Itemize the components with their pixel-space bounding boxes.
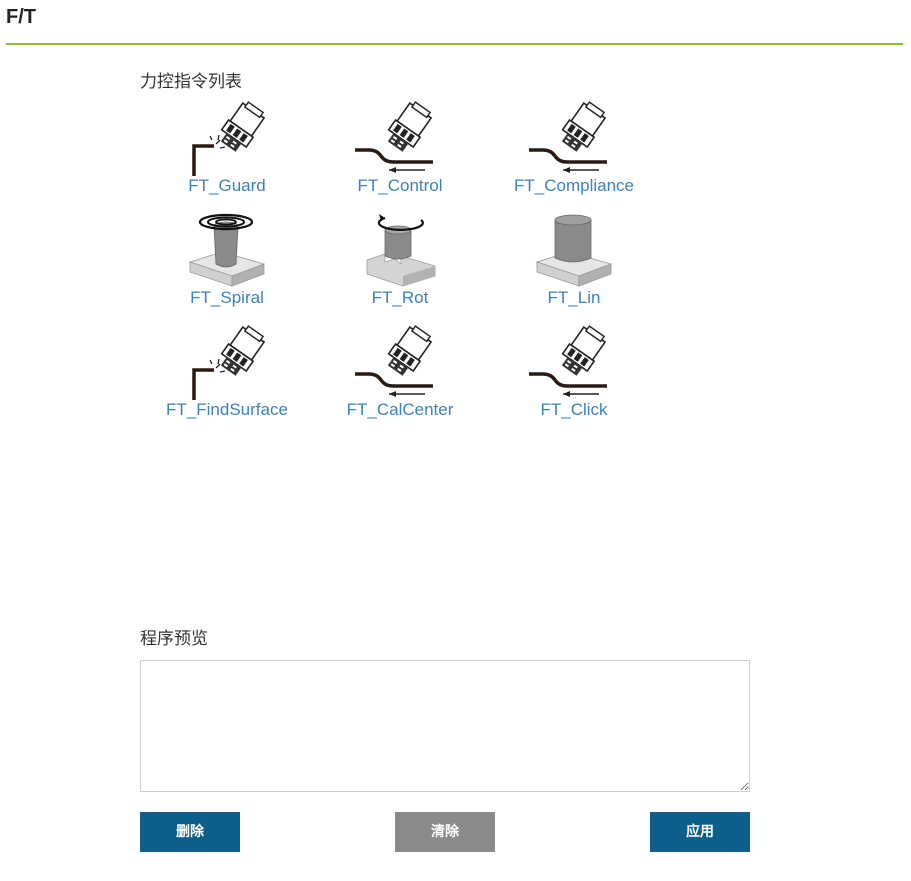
linear-insert-icon [536,214,612,287]
command-ft-guard[interactable]: FT_Guard [140,100,314,212]
command-name: FT_Lin [547,288,601,307]
command-ft-spiral[interactable]: FT_Spiral [140,212,314,324]
command-name: FT_FindSurface [166,400,288,419]
rotation-insert-icon [366,214,436,287]
command-name: FT_Guard [188,176,266,195]
command-name: FT_Spiral [190,288,264,307]
program-preview-textarea[interactable] [140,660,750,792]
force-control-slope-icon [355,100,436,175]
command-ft-rot[interactable]: FT_Rot [313,212,487,324]
command-ft-calcenter[interactable]: FT_CalCenter [313,324,487,436]
clear-button[interactable]: 清除 [395,812,495,852]
force-compliance-slope-icon [529,100,610,175]
command-ft-control[interactable]: FT_Control [313,100,487,212]
command-name: FT_Rot [371,288,429,307]
find-surface-corner-icon [192,324,269,400]
command-ft-compliance[interactable]: FT_Compliance [487,100,661,212]
program-preview-label: 程序预览 [140,629,208,649]
command-ft-findsurface[interactable]: FT_FindSurface [140,324,314,436]
command-ft-lin[interactable]: FT_Lin [487,212,661,324]
calibrate-center-slope-icon [355,324,436,399]
click-slope-icon [529,324,610,399]
title-divider [6,43,903,45]
command-name: FT_Control [357,176,443,195]
delete-button[interactable]: 删除 [140,812,240,852]
command-ft-click[interactable]: FT_Click [487,324,661,436]
apply-button[interactable]: 应用 [650,812,750,852]
command-name: FT_Click [540,400,608,419]
command-name: FT_Compliance [514,176,634,195]
force-guard-corner-icon [192,100,269,176]
spiral-insert-icon [189,213,265,287]
command-name: FT_CalCenter [346,400,454,419]
page-title: F/T [6,6,36,28]
command-list-label: 力控指令列表 [140,72,242,92]
